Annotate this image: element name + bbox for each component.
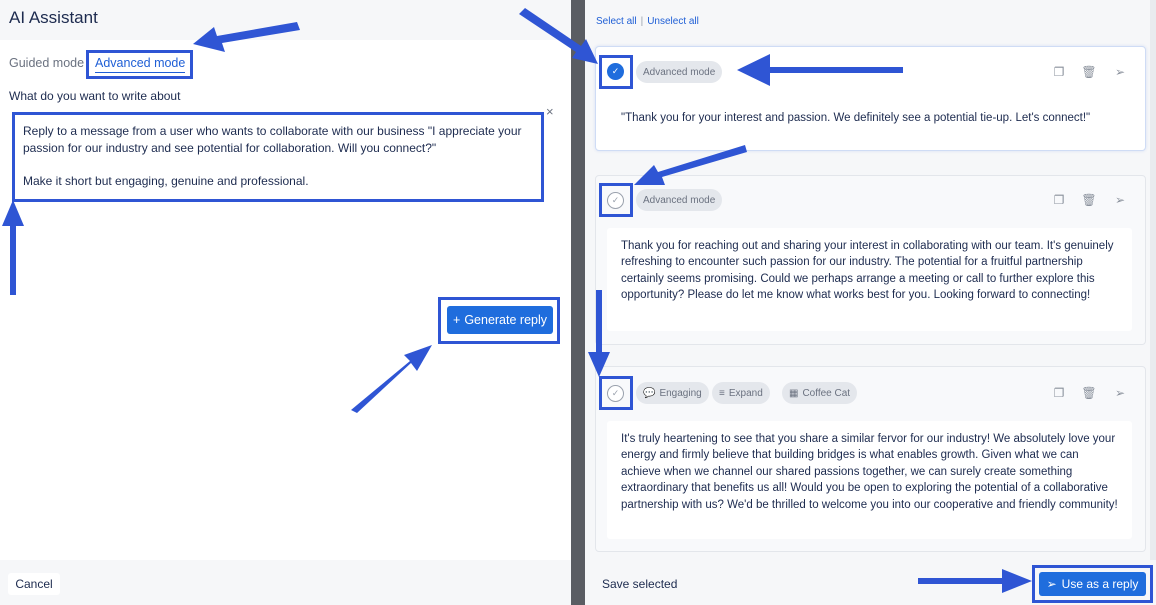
send-icon[interactable]: ➢ — [1112, 65, 1128, 79]
chip-label: Coffee Cat — [802, 387, 851, 399]
trash-icon[interactable]: 🗑 — [1081, 65, 1097, 79]
cancel-button[interactable]: Cancel — [8, 573, 60, 595]
highlight-advanced-mode-tab — [86, 50, 193, 79]
lines-icon: ≡ — [719, 387, 725, 399]
unselect-all-link[interactable]: Unselect all — [647, 16, 699, 27]
results-scrollbar[interactable] — [1150, 0, 1156, 560]
copy-icon[interactable]: ❐ — [1051, 65, 1067, 79]
highlight-result-3-checkbox — [599, 376, 633, 410]
screenshot: AI Assistant Guided mode Advanced mode W… — [0, 0, 1156, 605]
save-selected-button[interactable]: Save selected — [602, 577, 677, 591]
highlight-result-1-checkbox — [599, 55, 633, 89]
result-3-chip-engaging: 💬 Engaging — [636, 382, 709, 404]
selection-links: Select all | Unselect all — [596, 16, 699, 27]
building-icon: ▦ — [789, 387, 799, 399]
select-all-link[interactable]: Select all — [596, 16, 637, 27]
result-3-chip-coffee-cat: ▦ Coffee Cat — [782, 382, 858, 404]
trash-icon[interactable]: 🗑 — [1081, 386, 1097, 400]
speech-bubble-icon: 💬 — [643, 387, 656, 399]
chip-label: Advanced mode — [643, 194, 716, 206]
link-separator: | — [640, 16, 644, 27]
highlight-use-as-reply-button — [1032, 565, 1153, 603]
clear-prompt-icon[interactable]: × — [546, 104, 554, 119]
chip-label: Engaging — [659, 387, 702, 399]
copy-icon[interactable]: ❐ — [1051, 386, 1067, 400]
chip-label: Expand — [728, 387, 763, 399]
copy-icon[interactable]: ❐ — [1051, 193, 1067, 207]
highlight-prompt-box — [12, 112, 544, 202]
send-icon[interactable]: ➢ — [1112, 193, 1128, 207]
panel-header: AI Assistant — [0, 0, 571, 40]
tab-guided-mode[interactable]: Guided mode — [9, 56, 84, 70]
result-1-chip-advanced-mode: Advanced mode — [636, 61, 723, 83]
result-1-text: "Thank you for your interest and passion… — [607, 100, 1132, 140]
panel-divider — [571, 0, 585, 605]
page-title: AI Assistant — [9, 8, 98, 27]
panel-footer — [0, 560, 571, 605]
highlight-result-2-checkbox — [599, 183, 633, 217]
result-3-text: It's truly heartening to see that you sh… — [607, 421, 1132, 539]
send-icon[interactable]: ➢ — [1112, 386, 1128, 400]
result-3-chip-expand: ≡ Expand — [712, 382, 770, 404]
highlight-generate-button — [438, 297, 560, 344]
trash-icon[interactable]: 🗑 — [1081, 193, 1097, 207]
chip-label: Advanced mode — [643, 66, 716, 78]
result-2-chip-advanced-mode: Advanced mode — [636, 189, 723, 211]
result-2-text: Thank you for reaching out and sharing y… — [607, 228, 1132, 331]
prompt-label: What do you want to write about — [9, 89, 181, 103]
